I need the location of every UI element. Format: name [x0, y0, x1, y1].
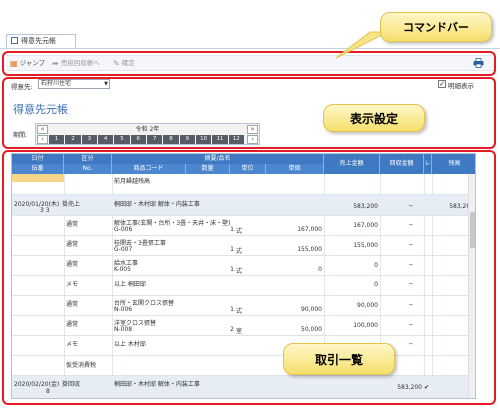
tab-divider — [0, 48, 500, 49]
transaction-list-highlight — [2, 150, 496, 405]
display-settings-callout: 表示設定 — [323, 104, 425, 132]
tab-customer-ledger[interactable]: 得意先元帳 — [6, 34, 76, 48]
command-bar-highlight — [2, 51, 496, 76]
ledger-icon — [11, 37, 18, 44]
app-window: 得意先元帳 ▦ ジャンプ ➦ 売掛回収帳へ ✎ 確定 得意先: 石狩川住宅 ▼ ✓ 明… — [0, 0, 500, 409]
command-bar-callout: コマンドバー — [380, 12, 492, 42]
tab-label: 得意先元帳 — [21, 37, 56, 45]
transaction-list-callout: 取引一覧 — [283, 343, 395, 375]
